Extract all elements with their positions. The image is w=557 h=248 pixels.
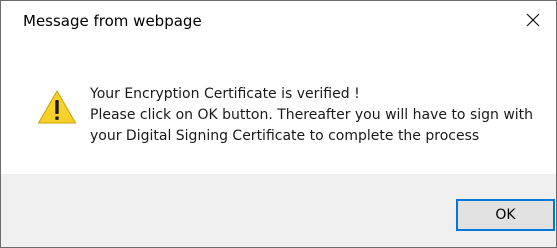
message-line-3: your Digital Signing Certificate to comp… [90,128,480,144]
dialog-content: Your Encryption Certificate is verified … [1,39,556,174]
close-icon [526,13,540,27]
ok-button[interactable]: OK [456,199,555,231]
message-line-1: Your Encryption Certificate is verified … [90,86,360,102]
message-dialog: Message from webpage Your Encryption Cer… [0,0,557,248]
warning-icon [38,90,76,124]
title-bar: Message from webpage [1,1,556,39]
message-line-2: Please click on OK button. Thereafter yo… [90,107,534,123]
window-title: Message from webpage [23,12,202,30]
close-button[interactable] [518,7,548,33]
message-text: Your Encryption Certificate is verified … [90,84,533,147]
dialog-footer: OK [1,174,556,247]
